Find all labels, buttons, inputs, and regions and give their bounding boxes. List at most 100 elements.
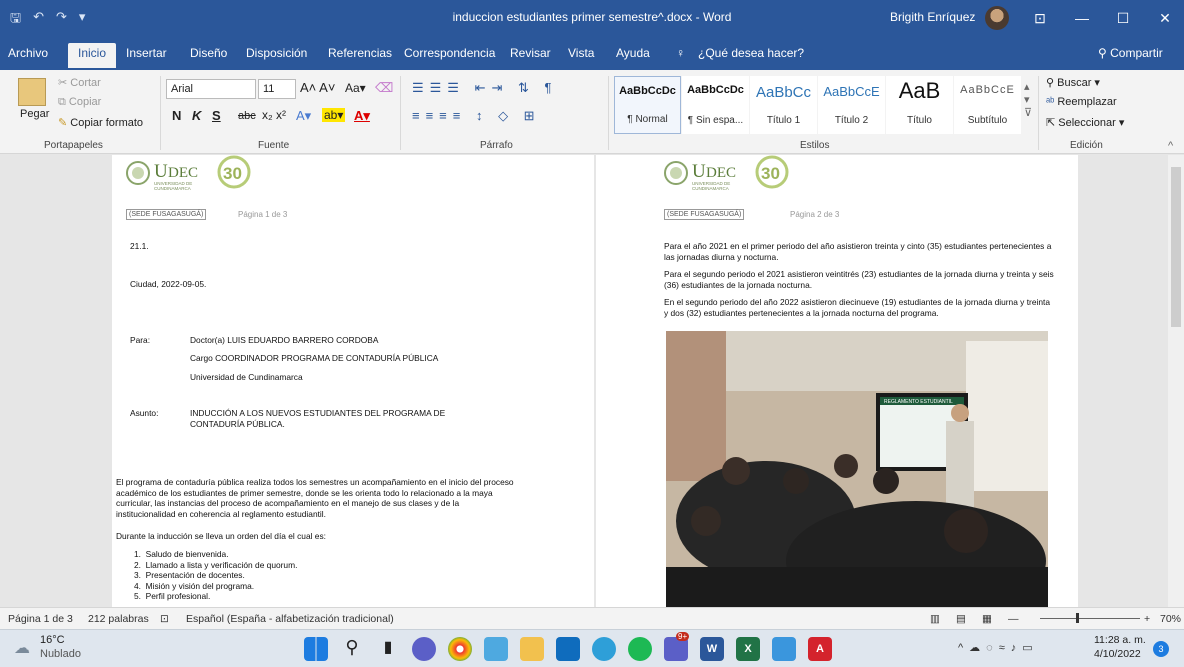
- replace-icon: ᵃᵇ: [1046, 96, 1058, 108]
- style-sample: AaBbCcE: [960, 84, 1015, 96]
- teams-icon[interactable]: 9+: [664, 632, 690, 661]
- style-no-spacing[interactable]: AaBbCcDc ¶ Sin espa...: [682, 76, 749, 134]
- clock-time[interactable]: 11:28 a. m.: [1094, 634, 1146, 646]
- chrome-icon[interactable]: [448, 637, 472, 661]
- bullets-numbering-icons[interactable]: ☰☰☰ ⇤⇥ ⇅ ¶: [412, 80, 557, 96]
- copy-button[interactable]: ⧉ Copiar: [58, 96, 101, 109]
- replace-button[interactable]: ᵃᵇ Reemplazar: [1046, 96, 1117, 108]
- font-color-icon[interactable]: A▾: [354, 108, 370, 124]
- photos-icon[interactable]: [484, 637, 508, 661]
- notification-badge[interactable]: 3: [1153, 641, 1169, 657]
- language-indicator[interactable]: Español (España - alfabetización tradici…: [186, 613, 394, 625]
- alignment-icons[interactable]: ≡≡≡≡ ↕ ◇ ⊞: [412, 108, 541, 124]
- grow-font-icon[interactable]: A˄ A˅: [300, 80, 335, 95]
- style-name: ¶ Normal: [627, 114, 668, 125]
- style-normal[interactable]: AaBbCcDc ¶ Normal: [614, 76, 681, 134]
- page-2[interactable]: U DEC UNIVERSIDAD DE CUNDINAMARCA 30 (SE…: [596, 155, 1078, 607]
- proofing-icon[interactable]: ⊡: [160, 613, 169, 625]
- style-title[interactable]: AaB Título: [886, 76, 953, 134]
- maximize-button[interactable]: ☐: [1108, 6, 1138, 30]
- avatar[interactable]: [985, 6, 1009, 30]
- subscript-superscript-icon[interactable]: x₂ x²: [262, 108, 286, 122]
- excel-icon[interactable]: X: [736, 637, 760, 661]
- format-painter-button[interactable]: ✎ Copiar formato: [58, 116, 143, 129]
- find-button[interactable]: ⚲ Buscar ▾: [1046, 76, 1100, 89]
- task-view-icon[interactable]: ▮: [376, 637, 400, 661]
- tab-referencias[interactable]: Referencias: [328, 46, 392, 60]
- tab-vista[interactable]: Vista: [568, 46, 594, 60]
- tab-disposicion[interactable]: Disposición: [246, 46, 307, 60]
- change-case-icon[interactable]: Aa▾: [345, 81, 366, 95]
- copy-icon: ⧉: [58, 96, 69, 108]
- zoom-in-button[interactable]: +: [1144, 613, 1150, 625]
- paste-icon[interactable]: [18, 78, 46, 106]
- user-name[interactable]: Brigith Enríquez: [890, 10, 975, 24]
- clear-format-icon[interactable]: ⌫: [375, 80, 393, 96]
- italic-button[interactable]: K: [192, 108, 201, 123]
- weather-condition[interactable]: Nublado: [40, 648, 81, 660]
- style-heading1[interactable]: AaBbCc Título 1: [750, 76, 817, 134]
- tab-correspondencia[interactable]: Correspondencia: [404, 46, 495, 60]
- share-button[interactable]: ⚲ Compartir: [1098, 46, 1163, 60]
- store-icon[interactable]: [556, 637, 580, 661]
- ribbon: Pegar ✂ Cortar ⧉ Copiar ✎ Copiar formato…: [0, 70, 1184, 154]
- body-paragraph: Para el año 2021 en el primer periodo de…: [664, 241, 1052, 262]
- style-heading2[interactable]: AaBbCcE Título 2: [818, 76, 885, 134]
- minimize-button[interactable]: —: [1067, 6, 1097, 30]
- page-indicator[interactable]: Página 1 de 3: [8, 613, 73, 625]
- zoom-level[interactable]: 70%: [1160, 613, 1181, 625]
- list-item-text: Perfil profesional.: [145, 591, 211, 601]
- text-effects-icon[interactable]: A▾: [296, 108, 311, 124]
- acrobat-icon[interactable]: A: [808, 637, 832, 661]
- read-mode-icon[interactable]: ▥: [930, 613, 940, 625]
- strikethrough-button[interactable]: abc: [238, 110, 256, 122]
- chat-icon[interactable]: [412, 637, 436, 661]
- tab-inicio[interactable]: Inicio: [68, 43, 117, 68]
- underline-button[interactable]: S: [212, 108, 221, 123]
- page-number: Página 1 de 3: [238, 210, 288, 219]
- system-tray-icons[interactable]: ^☁◌≈♪▭: [958, 641, 1039, 654]
- tab-ayuda[interactable]: Ayuda: [616, 46, 650, 60]
- edge-icon[interactable]: [592, 637, 616, 661]
- list-item: 1. Saludo de bienvenida.: [134, 549, 229, 559]
- clock-date[interactable]: 4/10/2022: [1094, 648, 1141, 660]
- select-button[interactable]: ⇱ Seleccionar ▾: [1046, 116, 1124, 129]
- tab-archivo[interactable]: Archivo: [8, 46, 48, 60]
- font-name-input[interactable]: Arial: [166, 79, 256, 99]
- font-size-input[interactable]: 11: [258, 79, 296, 99]
- bold-button[interactable]: N: [172, 108, 181, 123]
- chevron-down-icon: ▾: [1091, 77, 1100, 89]
- spotify-icon[interactable]: [628, 637, 652, 661]
- list-item: 2. Llamado a lista y verificación de quo…: [134, 559, 298, 570]
- styles-scroll-icon[interactable]: ▴ ▾ ⊽: [1024, 80, 1032, 119]
- word-icon[interactable]: W: [700, 637, 724, 661]
- close-button[interactable]: ✕: [1150, 6, 1180, 30]
- windows-start-icon[interactable]: [304, 637, 328, 661]
- collapse-ribbon-icon[interactable]: ^: [1168, 140, 1173, 152]
- list-item-text: Presentación de docentes.: [145, 570, 245, 580]
- document-area[interactable]: U DEC UNIVERSIDAD DE CUNDINAMARCA 30 (SE…: [0, 155, 1168, 607]
- vertical-scrollbar[interactable]: [1168, 155, 1184, 607]
- tell-me-input[interactable]: ¿Qué desea hacer?: [698, 46, 804, 60]
- zoom-slider[interactable]: [1040, 618, 1140, 619]
- word-count[interactable]: 212 palabras: [88, 613, 149, 625]
- tab-insertar[interactable]: Insertar: [126, 46, 167, 60]
- ribbon-display-icon[interactable]: ⊡: [1025, 6, 1055, 30]
- tab-diseno[interactable]: Diseño: [190, 46, 227, 60]
- print-layout-icon[interactable]: ▤: [956, 613, 966, 625]
- tab-revisar[interactable]: Revisar: [510, 46, 551, 60]
- paste-button[interactable]: Pegar: [20, 108, 49, 120]
- web-layout-icon[interactable]: ▦: [982, 613, 992, 625]
- file-explorer-icon[interactable]: [520, 637, 544, 661]
- udec-logo: U DEC UNIVERSIDAD DE CUNDINAMARCA 30: [126, 155, 266, 193]
- zoom-out-button[interactable]: —: [1008, 613, 1019, 625]
- search-icon[interactable]: ⚲: [340, 637, 364, 661]
- cut-button[interactable]: ✂ Cortar: [58, 76, 101, 89]
- zoom-slider-thumb[interactable]: [1076, 613, 1079, 623]
- style-subtitle[interactable]: AaBbCcE Subtítulo: [954, 76, 1021, 134]
- gallery-icon[interactable]: [772, 637, 796, 661]
- weather-temp[interactable]: 16°C: [40, 634, 65, 646]
- scrollbar-thumb[interactable]: [1171, 167, 1181, 327]
- page-1[interactable]: U DEC UNIVERSIDAD DE CUNDINAMARCA 30 (SE…: [112, 155, 594, 607]
- highlight-icon[interactable]: ab▾: [322, 108, 346, 122]
